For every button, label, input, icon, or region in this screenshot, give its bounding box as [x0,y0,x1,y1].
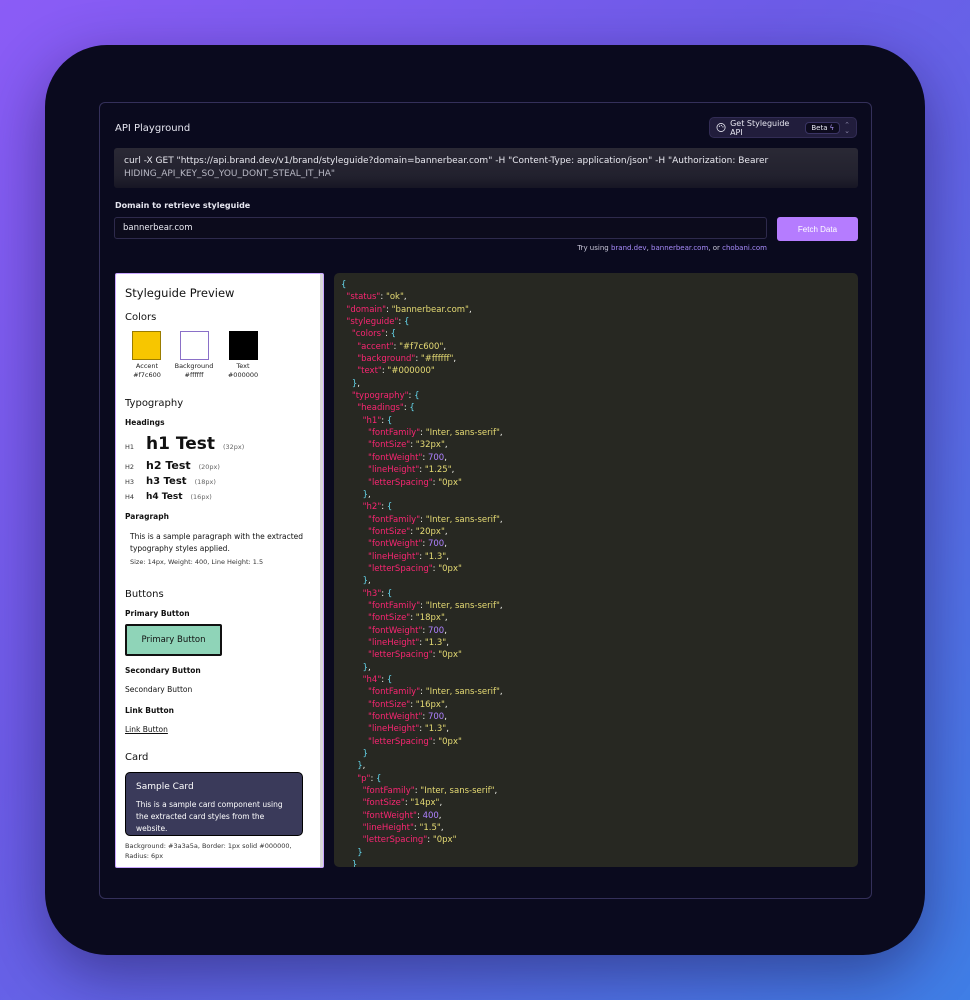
card-heading: Card [125,752,149,763]
colors-heading: Colors [125,312,157,323]
accent-name: Accent [135,362,159,370]
curl-command[interactable]: curl -X GET "https://api.brand.dev/v1/br… [114,148,858,188]
paragraph-meta: Size: 14px, Weight: 400, Line Height: 1.… [130,558,264,566]
heading-row-h3: H3 h3 Test (18px) [125,476,216,487]
chevron-updown-icon: ⌃ ⌄ [844,120,850,135]
h2-size: (20px) [198,463,220,471]
preview-title: Styleguide Preview [125,286,235,300]
h1-size: (32px) [222,443,245,451]
swatch-text-label: Text #000000 [221,362,265,380]
swatch-background [180,331,209,360]
curl-line-2: HIDING_API_KEY_SO_YOU_DONT_STEAL_IT_HA" [124,169,336,179]
text-name: Text [236,362,250,370]
beta-badge: Beta ϟ [805,121,841,134]
json-code: { "status": "ok", "domain": "bannerbear.… [341,280,503,867]
sample-card: Sample Card This is a sample card compon… [125,772,303,836]
primary-button-sample[interactable]: Primary Button [125,624,222,656]
link-button-label: Link Button [125,706,175,715]
headings-label: Headings [125,418,165,427]
card-body: This is a sample card component using th… [136,800,283,833]
h3-sample: h3 Test [146,476,187,487]
api-playground-panel: API Playground Get Styleguide API Beta ϟ… [99,102,872,899]
domain-label: Domain to retrieve styleguide [115,201,251,210]
paragraph-label: Paragraph [125,512,169,521]
try-link-chobani[interactable]: chobani.com [722,244,767,252]
card-title: Sample Card [136,782,194,792]
heading-row-h1: H1 h1 Test (32px) [125,434,244,454]
api-endpoint-select[interactable]: Get Styleguide API Beta ϟ ⌃ ⌄ [709,117,857,138]
try-separator-1: , [646,244,649,252]
h4-tag: H4 [125,493,135,501]
try-prefix: Try using [577,244,609,252]
heading-row-h2: H2 h2 Test (20px) [125,459,220,472]
card-meta: Background: #3a3a5a, Border: 1px solid #… [125,842,292,860]
h3-size: (18px) [194,478,216,486]
secondary-button-sample[interactable]: Secondary Button [125,685,192,694]
swatch-accent [132,331,161,360]
swatch-text [229,331,258,360]
palette-icon [716,122,726,133]
page-title: API Playground [115,123,191,134]
h3-tag: H3 [125,478,135,486]
h1-sample: h1 Test [146,434,215,454]
heading-row-h4: H4 h4 Test (16px) [125,492,212,502]
fetch-data-button[interactable]: Fetch Data [777,217,858,241]
curl-line-1: curl -X GET "https://api.brand.dev/v1/br… [124,156,769,166]
api-select-label: Get Styleguide API [730,118,790,137]
swatch-accent-label: Accent #f7c600 [125,362,169,380]
h4-size: (16px) [190,493,212,501]
link-button-sample[interactable]: Link Button [125,725,168,734]
h2-tag: H2 [125,463,135,471]
try-link-bannerbear[interactable]: bannerbear.com [651,244,708,252]
styleguide-preview[interactable]: Styleguide Preview Colors Accent #f7c600… [115,273,324,868]
primary-button-label: Primary Button [125,609,190,618]
try-suggestions: Try using brand.dev, bannerbear.com, or … [577,244,767,252]
background-name: Background [174,362,214,370]
domain-input[interactable]: bannerbear.com [114,217,767,239]
typography-heading: Typography [125,398,184,409]
background-hex: #ffffff [184,371,204,379]
json-response-viewer[interactable]: { "status": "ok", "domain": "bannerbear.… [334,273,858,867]
bolt-icon: ϟ [829,123,835,132]
h2-sample: h2 Test [146,459,191,472]
buttons-heading: Buttons [125,589,164,600]
beta-label: Beta [811,123,828,132]
text-hex: #000000 [227,371,259,379]
paragraph-sample: This is a sample paragraph with the extr… [130,532,304,553]
swatch-background-label: Background #ffffff [172,362,216,380]
accent-hex: #f7c600 [133,371,161,379]
h4-sample: h4 Test [146,492,183,502]
try-link-brand-dev[interactable]: brand.dev [611,244,647,252]
try-separator-2: , or [708,244,720,252]
h1-tag: H1 [125,443,135,451]
secondary-button-label: Secondary Button [125,666,201,675]
scrollbar[interactable] [320,274,323,867]
